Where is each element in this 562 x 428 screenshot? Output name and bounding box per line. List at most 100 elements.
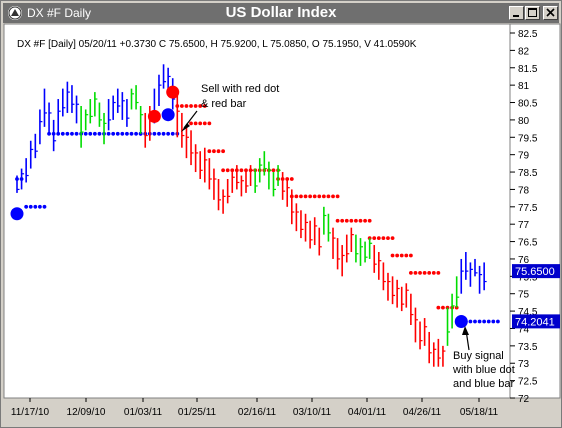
blue-stop-dot [97,131,102,136]
red-stop-dot [221,168,226,173]
y-tick-label: 77 [518,220,530,231]
red-stop-dot [299,194,303,199]
blue-stop-dot [24,204,29,209]
blue-stop-dot [166,131,171,136]
blue-stop-dot [152,131,157,136]
blue-stop-dot [88,131,93,136]
red-stop-dot [390,236,395,240]
maximize-icon [528,8,537,17]
y-tick-label: 80 [518,116,530,127]
red-stop-dot [372,236,377,240]
red-stop-dot [335,194,340,199]
red-stop-dot [321,194,326,199]
title-bar[interactable]: DX #F Daily US Dollar Index [3,3,559,23]
red-stop-dot [221,149,226,154]
y-tick-label: 79 [518,151,530,162]
y-tick-label: 80.5 [518,99,538,110]
y-tick-label: 78.5 [518,168,538,179]
sell-annotation-line1: Sell with red dot [201,83,279,95]
y-tick-label: 72.5 [518,377,538,388]
red-signal-dot [166,85,180,99]
blue-stop-dot [74,131,79,136]
close-icon [546,8,555,17]
red-stop-dot [207,121,212,126]
y-tick-label: 77.5 [518,203,538,214]
red-stop-dot [367,218,372,223]
buy-annotation-line1: Buy signal [453,350,504,362]
red-stop-dot [271,168,276,173]
red-stop-dot [189,104,193,108]
x-tick-label: 04/26/11 [403,407,442,418]
red-stop-dot [294,194,299,199]
blue-stop-dot [28,204,33,209]
red-stop-dot [179,104,184,108]
blue-stop-dot [161,131,166,136]
blue-stop-dot [134,131,138,136]
y-tick-label: 72 [518,394,530,405]
x-tick-label: 01/25/11 [178,407,217,418]
blue-stop-dot [111,131,116,136]
red-stop-dot [376,236,381,240]
blue-stop-dot [482,319,487,324]
red-stop-dot [239,168,244,173]
blue-stop-dot [496,319,500,324]
maximize-button[interactable] [525,6,540,20]
red-stop-dot [408,270,413,275]
red-signal-dot [147,109,161,123]
y-tick-label: 79.5 [518,133,538,144]
red-stop-dot [216,149,221,154]
y-tick-label: 75 [518,290,530,301]
blue-stop-dot [38,204,42,209]
minimize-button[interactable] [509,6,524,20]
blue-stop-dot [125,131,129,136]
red-stop-dot [349,218,354,223]
blue-stop-dot [170,131,175,136]
red-stop-dot [193,121,198,126]
red-stop-dot [207,149,212,154]
red-stop-dot [386,236,390,240]
x-tick-label: 03/10/11 [293,407,332,418]
red-stop-dot [212,149,216,154]
red-stop-dot [308,194,313,199]
red-stop-dot [436,270,441,275]
sell-annotation-line2: & red bar [201,98,247,110]
app-logo-icon [8,6,22,20]
red-stop-dot [312,194,317,199]
blue-stop-dot [486,319,491,324]
red-stop-dot [399,253,404,258]
y-tick-label: 82.5 [518,29,538,40]
window-title: DX #F Daily [27,6,92,20]
red-stop-dot [198,121,203,126]
red-stop-dot [184,104,189,108]
red-stop-dot [289,177,294,181]
buy-annotation-line3: and blue bar [453,378,514,390]
red-stop-dot [408,253,413,258]
x-axis: 11/17/10 12/09/10 01/03/11 01/25/11 02/16/11… [11,398,499,418]
red-stop-dot [363,218,367,223]
blue-stop-dot [473,319,477,324]
y-tick-label: 78 [518,185,530,196]
y-tick-label: 82 [518,46,530,57]
red-stop-dot [303,194,308,199]
x-tick-label: 01/03/11 [124,407,163,418]
red-stop-dot [395,253,400,258]
red-stop-dot [326,194,331,199]
plot-area[interactable] [3,23,511,399]
red-stop-dot [404,253,409,258]
price-label-text: 74.2041 [515,316,555,328]
red-stop-dot [335,218,340,223]
info-line: DX #F [Daily] 05/20/11 +0.3730 C 75.6500… [17,39,417,50]
blue-stop-dot [92,131,97,136]
x-tick-label: 11/17/10 [11,407,50,418]
blue-stop-dot [115,131,120,136]
price-chart[interactable]: DX #F [Daily] 05/20/11 +0.3730 C 75.6500… [1,23,561,427]
blue-signal-dot [10,207,24,221]
blue-signal-dot [454,315,468,329]
red-stop-dot [431,270,436,275]
red-stop-dot [193,104,198,108]
blue-stop-dot [60,131,65,136]
red-stop-dot [390,253,395,258]
close-button[interactable] [543,6,558,20]
y-tick-label: 73 [518,359,530,370]
price-label-text: 75.6500 [515,266,555,278]
